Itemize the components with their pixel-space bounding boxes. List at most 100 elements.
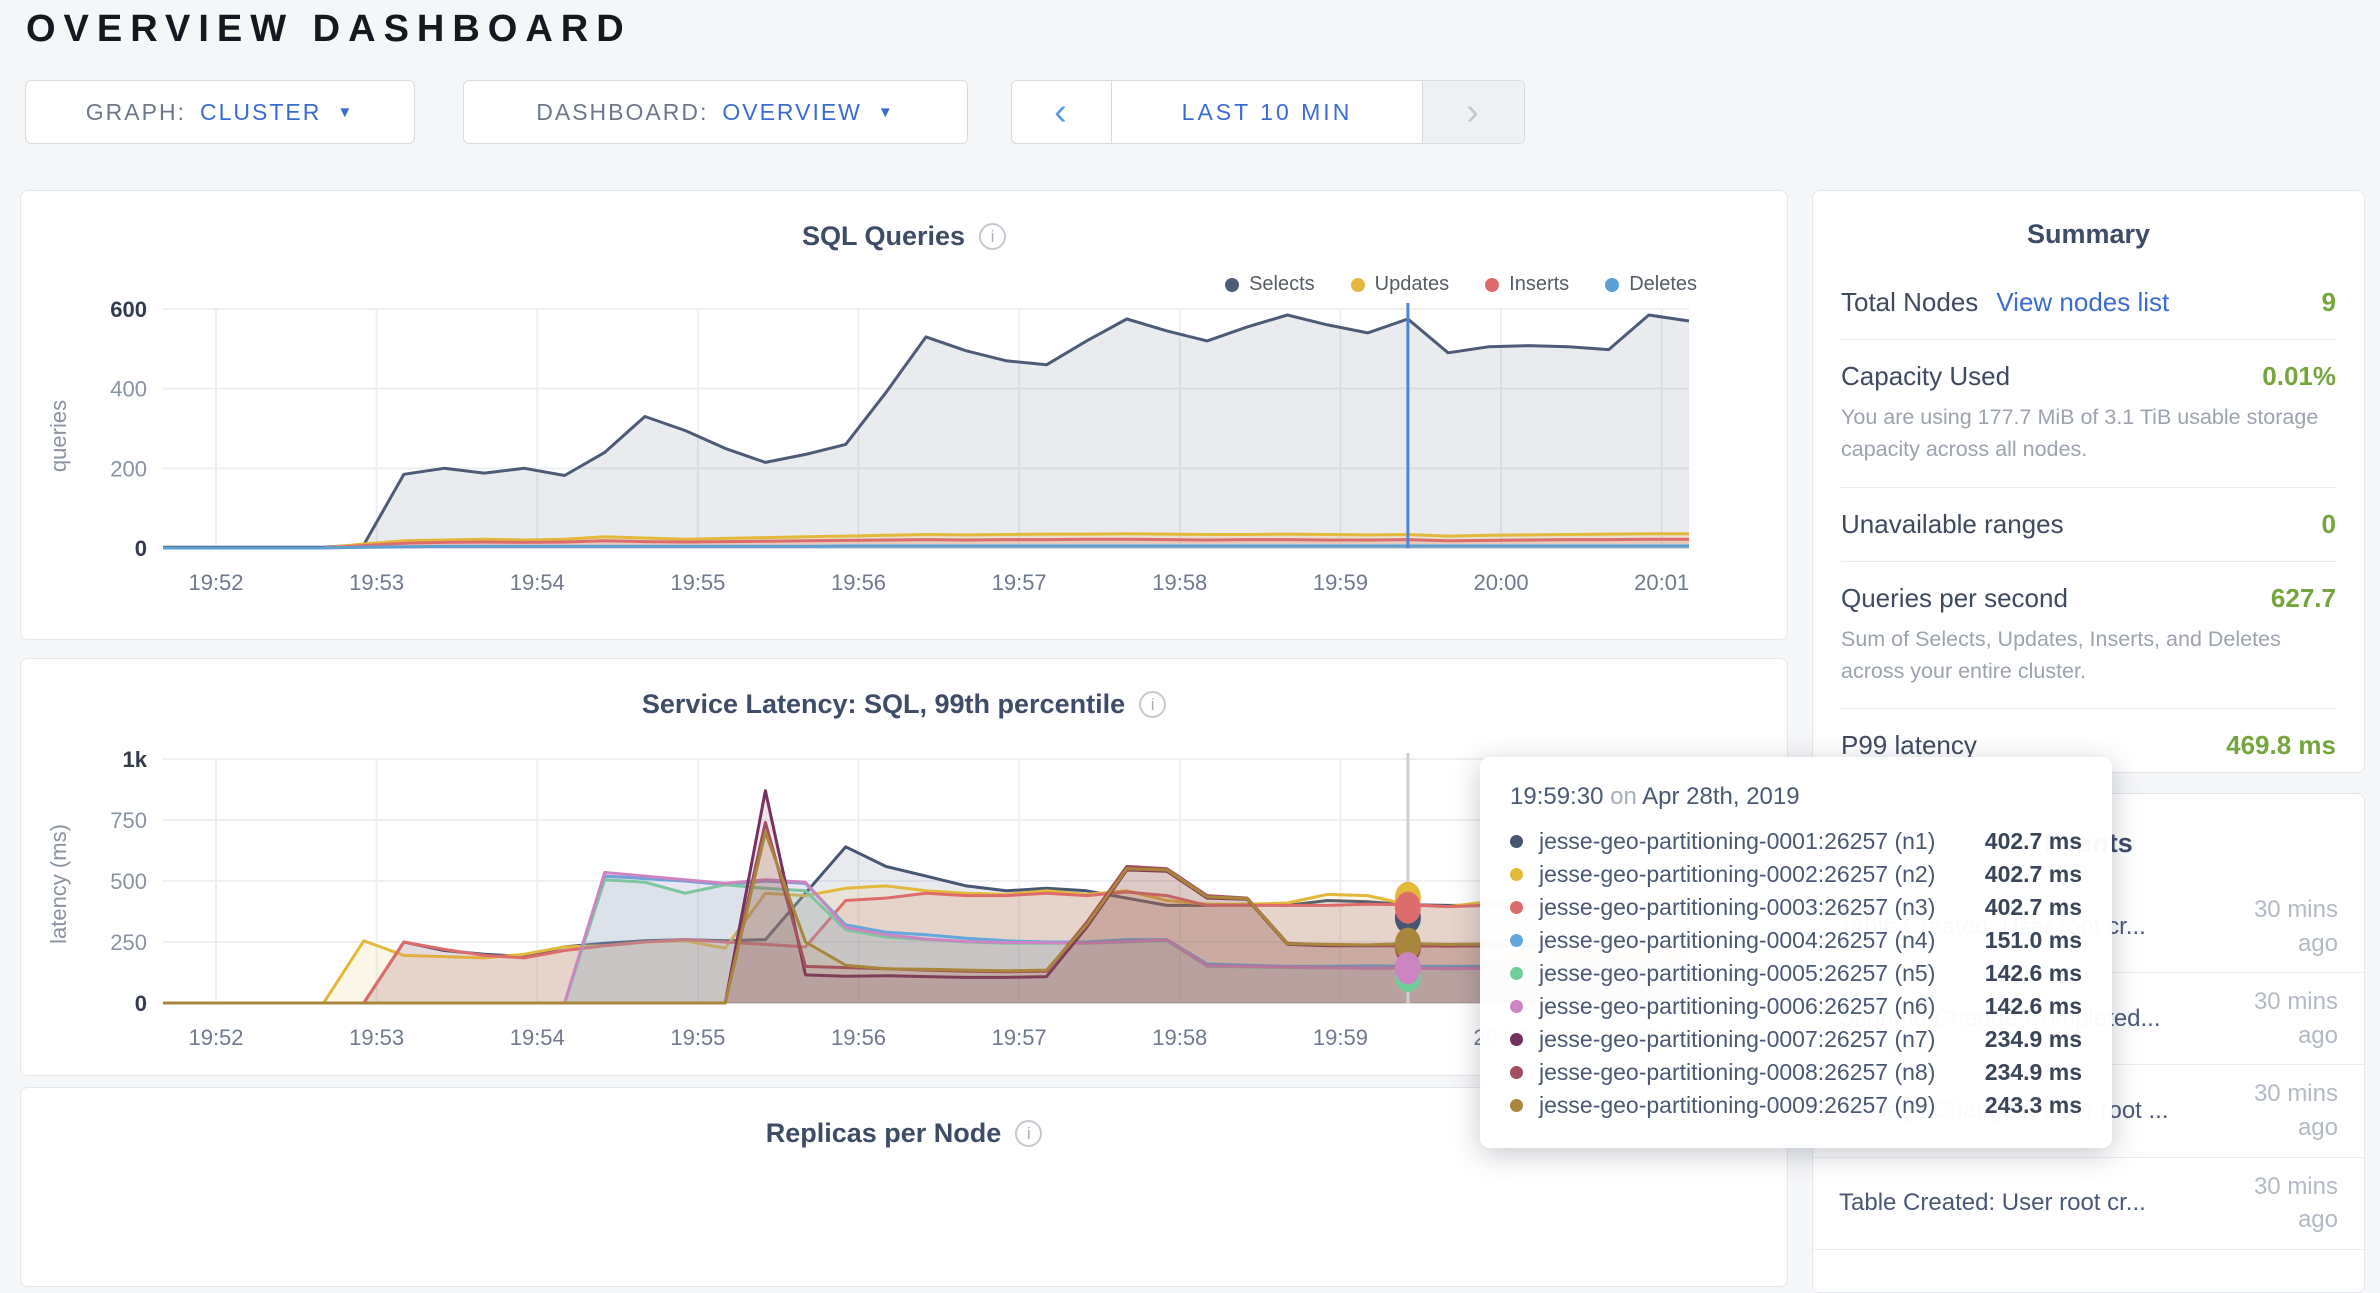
replicas-per-node-title: Replicas per Node	[766, 1118, 1002, 1149]
qps-description: Sum of Selects, Updates, Inserts, and De…	[1841, 623, 2336, 688]
time-range-control: ‹ LAST 10 MIN ›	[1011, 80, 1525, 144]
y-tick-label: 1k	[123, 747, 148, 772]
tooltip-node-row: jesse-geo-partitioning-0006:26257 (n6)14…	[1510, 990, 2082, 1023]
node-name: jesse-geo-partitioning-0007:26257 (n7)	[1539, 1026, 1985, 1053]
node-latency-value: 234.9 ms	[1985, 1026, 2082, 1053]
capacity-used-value: 0.01%	[2262, 361, 2336, 392]
tooltip-node-row: jesse-geo-partitioning-0008:26257 (n8)23…	[1510, 1056, 2082, 1089]
x-tick-label: 19:53	[349, 570, 404, 595]
sql-y-axis-label: queries	[46, 356, 72, 516]
p99-latency-value: 469.8 ms	[2226, 730, 2336, 761]
tooltip-header: 19:59:30 on Apr 28th, 2019	[1510, 783, 2082, 811]
event-timestamp: 30 mins ago	[2230, 985, 2338, 1052]
node-color-dot-icon	[1510, 1066, 1523, 1079]
view-nodes-list-link[interactable]: View nodes list	[1996, 287, 2169, 318]
x-tick-label: 19:58	[1152, 570, 1207, 595]
node-color-dot-icon	[1510, 868, 1523, 881]
hover-point-marker	[1395, 952, 1421, 984]
x-tick-label: 19:56	[831, 1025, 886, 1050]
x-tick-label: 19:53	[349, 1025, 404, 1050]
node-color-dot-icon	[1510, 901, 1523, 914]
capacity-used-description: You are using 177.7 MiB of 3.1 TiB usabl…	[1841, 401, 2336, 466]
node-name: jesse-geo-partitioning-0002:26257 (n2)	[1539, 861, 1985, 888]
event-timestamp: 30 mins ago	[2230, 893, 2338, 960]
chevron-right-icon: ›	[1466, 91, 1481, 134]
graph-dropdown-label: GRAPH:	[86, 99, 186, 126]
x-tick-label: 19:57	[992, 570, 1047, 595]
y-tick-label: 500	[110, 869, 147, 894]
x-tick-label: 19:56	[831, 570, 886, 595]
node-name: jesse-geo-partitioning-0005:26257 (n5)	[1539, 960, 1985, 987]
total-nodes-value: 9	[2322, 287, 2336, 318]
node-name: jesse-geo-partitioning-0004:26257 (n4)	[1539, 927, 1985, 954]
summary-row-total-nodes: Total Nodes View nodes list 9	[1841, 266, 2336, 340]
summary-heading: Summary	[1813, 219, 2364, 250]
tooltip-node-row: jesse-geo-partitioning-0007:26257 (n7)23…	[1510, 1023, 2082, 1056]
chevron-left-icon: ‹	[1054, 91, 1069, 134]
unavailable-ranges-value: 0	[2322, 509, 2336, 540]
x-tick-label: 19:57	[992, 1025, 1047, 1050]
dashboard-dropdown[interactable]: DASHBOARD: OVERVIEW ▼	[463, 80, 968, 144]
time-range-value: LAST 10 MIN	[1182, 99, 1353, 126]
y-tick-label: 600	[110, 297, 147, 322]
node-latency-value: 234.9 ms	[1985, 1059, 2082, 1086]
service-latency-title: Service Latency: SQL, 99th percentile	[642, 689, 1125, 720]
x-tick-label: 20:00	[1474, 570, 1529, 595]
event-description: Table Created: User root cr...	[1839, 1189, 2146, 1217]
tooltip-node-row: jesse-geo-partitioning-0002:26257 (n2)40…	[1510, 858, 2082, 891]
time-range-prev-button[interactable]: ‹	[1012, 81, 1112, 143]
page-title: OVERVIEW DASHBOARD	[26, 8, 632, 51]
sql-queries-chart[interactable]: 19:5219:5319:5419:5519:5619:5719:5819:59…	[143, 279, 1729, 609]
tooltip-node-row: jesse-geo-partitioning-0001:26257 (n1)40…	[1510, 825, 2082, 858]
x-tick-label: 19:59	[1313, 570, 1368, 595]
x-tick-label: 19:52	[188, 1025, 243, 1050]
chart-hover-tooltip: 19:59:30 on Apr 28th, 2019 jesse-geo-par…	[1480, 757, 2112, 1148]
sql-queries-card: SQL Queries i SelectsUpdatesInsertsDelet…	[20, 190, 1788, 640]
summary-panel: Summary Total Nodes View nodes list 9 Ca…	[1812, 190, 2365, 773]
tooltip-node-row: jesse-geo-partitioning-0009:26257 (n9)24…	[1510, 1089, 2082, 1122]
y-tick-label: 0	[135, 536, 147, 561]
time-range-next-button[interactable]: ›	[1422, 81, 1524, 143]
info-icon[interactable]: i	[979, 223, 1006, 250]
node-color-dot-icon	[1510, 1099, 1523, 1112]
capacity-used-label: Capacity Used	[1841, 361, 2010, 392]
node-name: jesse-geo-partitioning-0009:26257 (n9)	[1539, 1092, 1985, 1119]
y-tick-label: 200	[110, 456, 147, 481]
y-tick-label: 400	[110, 377, 147, 402]
y-tick-label: 750	[110, 808, 147, 833]
overview-dashboard-page: OVERVIEW DASHBOARD GRAPH: CLUSTER ▼ DASH…	[0, 0, 2380, 1164]
node-name: jesse-geo-partitioning-0006:26257 (n6)	[1539, 993, 1985, 1020]
node-name: jesse-geo-partitioning-0001:26257 (n1)	[1539, 828, 1985, 855]
node-latency-value: 142.6 ms	[1985, 960, 2082, 987]
node-latency-value: 151.0 ms	[1985, 927, 2082, 954]
summary-row-capacity: Capacity Used 0.01% You are using 177.7 …	[1841, 340, 2336, 488]
x-tick-label: 19:54	[510, 1025, 565, 1050]
x-tick-label: 20:01	[1634, 570, 1689, 595]
info-icon[interactable]: i	[1139, 691, 1166, 718]
tooltip-node-rows: jesse-geo-partitioning-0001:26257 (n1)40…	[1510, 825, 2082, 1122]
x-tick-label: 19:59	[1313, 1025, 1368, 1050]
event-timestamp: 30 mins ago	[2230, 1077, 2338, 1144]
node-latency-value: 402.7 ms	[1985, 828, 2082, 855]
tooltip-node-row: jesse-geo-partitioning-0004:26257 (n4)15…	[1510, 924, 2082, 957]
node-name: jesse-geo-partitioning-0003:26257 (n3)	[1539, 894, 1985, 921]
node-color-dot-icon	[1510, 967, 1523, 980]
x-tick-label: 19:58	[1152, 1025, 1207, 1050]
tooltip-node-row: jesse-geo-partitioning-0003:26257 (n3)40…	[1510, 891, 2082, 924]
tooltip-connector: on	[1610, 783, 1637, 810]
caret-down-icon: ▼	[337, 104, 354, 121]
qps-value: 627.7	[2271, 583, 2336, 614]
caret-down-icon: ▼	[878, 104, 895, 121]
time-range-dropdown[interactable]: LAST 10 MIN	[1112, 81, 1422, 143]
summary-row-unavailable-ranges: Unavailable ranges 0	[1841, 488, 2336, 562]
sql-queries-title: SQL Queries	[802, 221, 965, 252]
node-latency-value: 402.7 ms	[1985, 894, 2082, 921]
node-latency-value: 402.7 ms	[1985, 861, 2082, 888]
x-tick-label: 19:55	[670, 1025, 725, 1050]
node-color-dot-icon	[1510, 835, 1523, 848]
info-icon[interactable]: i	[1015, 1120, 1042, 1147]
graph-dropdown[interactable]: GRAPH: CLUSTER ▼	[25, 80, 415, 144]
node-latency-value: 142.6 ms	[1985, 993, 2082, 1020]
tooltip-date: Apr 28th, 2019	[1642, 783, 1799, 810]
node-name: jesse-geo-partitioning-0008:26257 (n8)	[1539, 1059, 1985, 1086]
